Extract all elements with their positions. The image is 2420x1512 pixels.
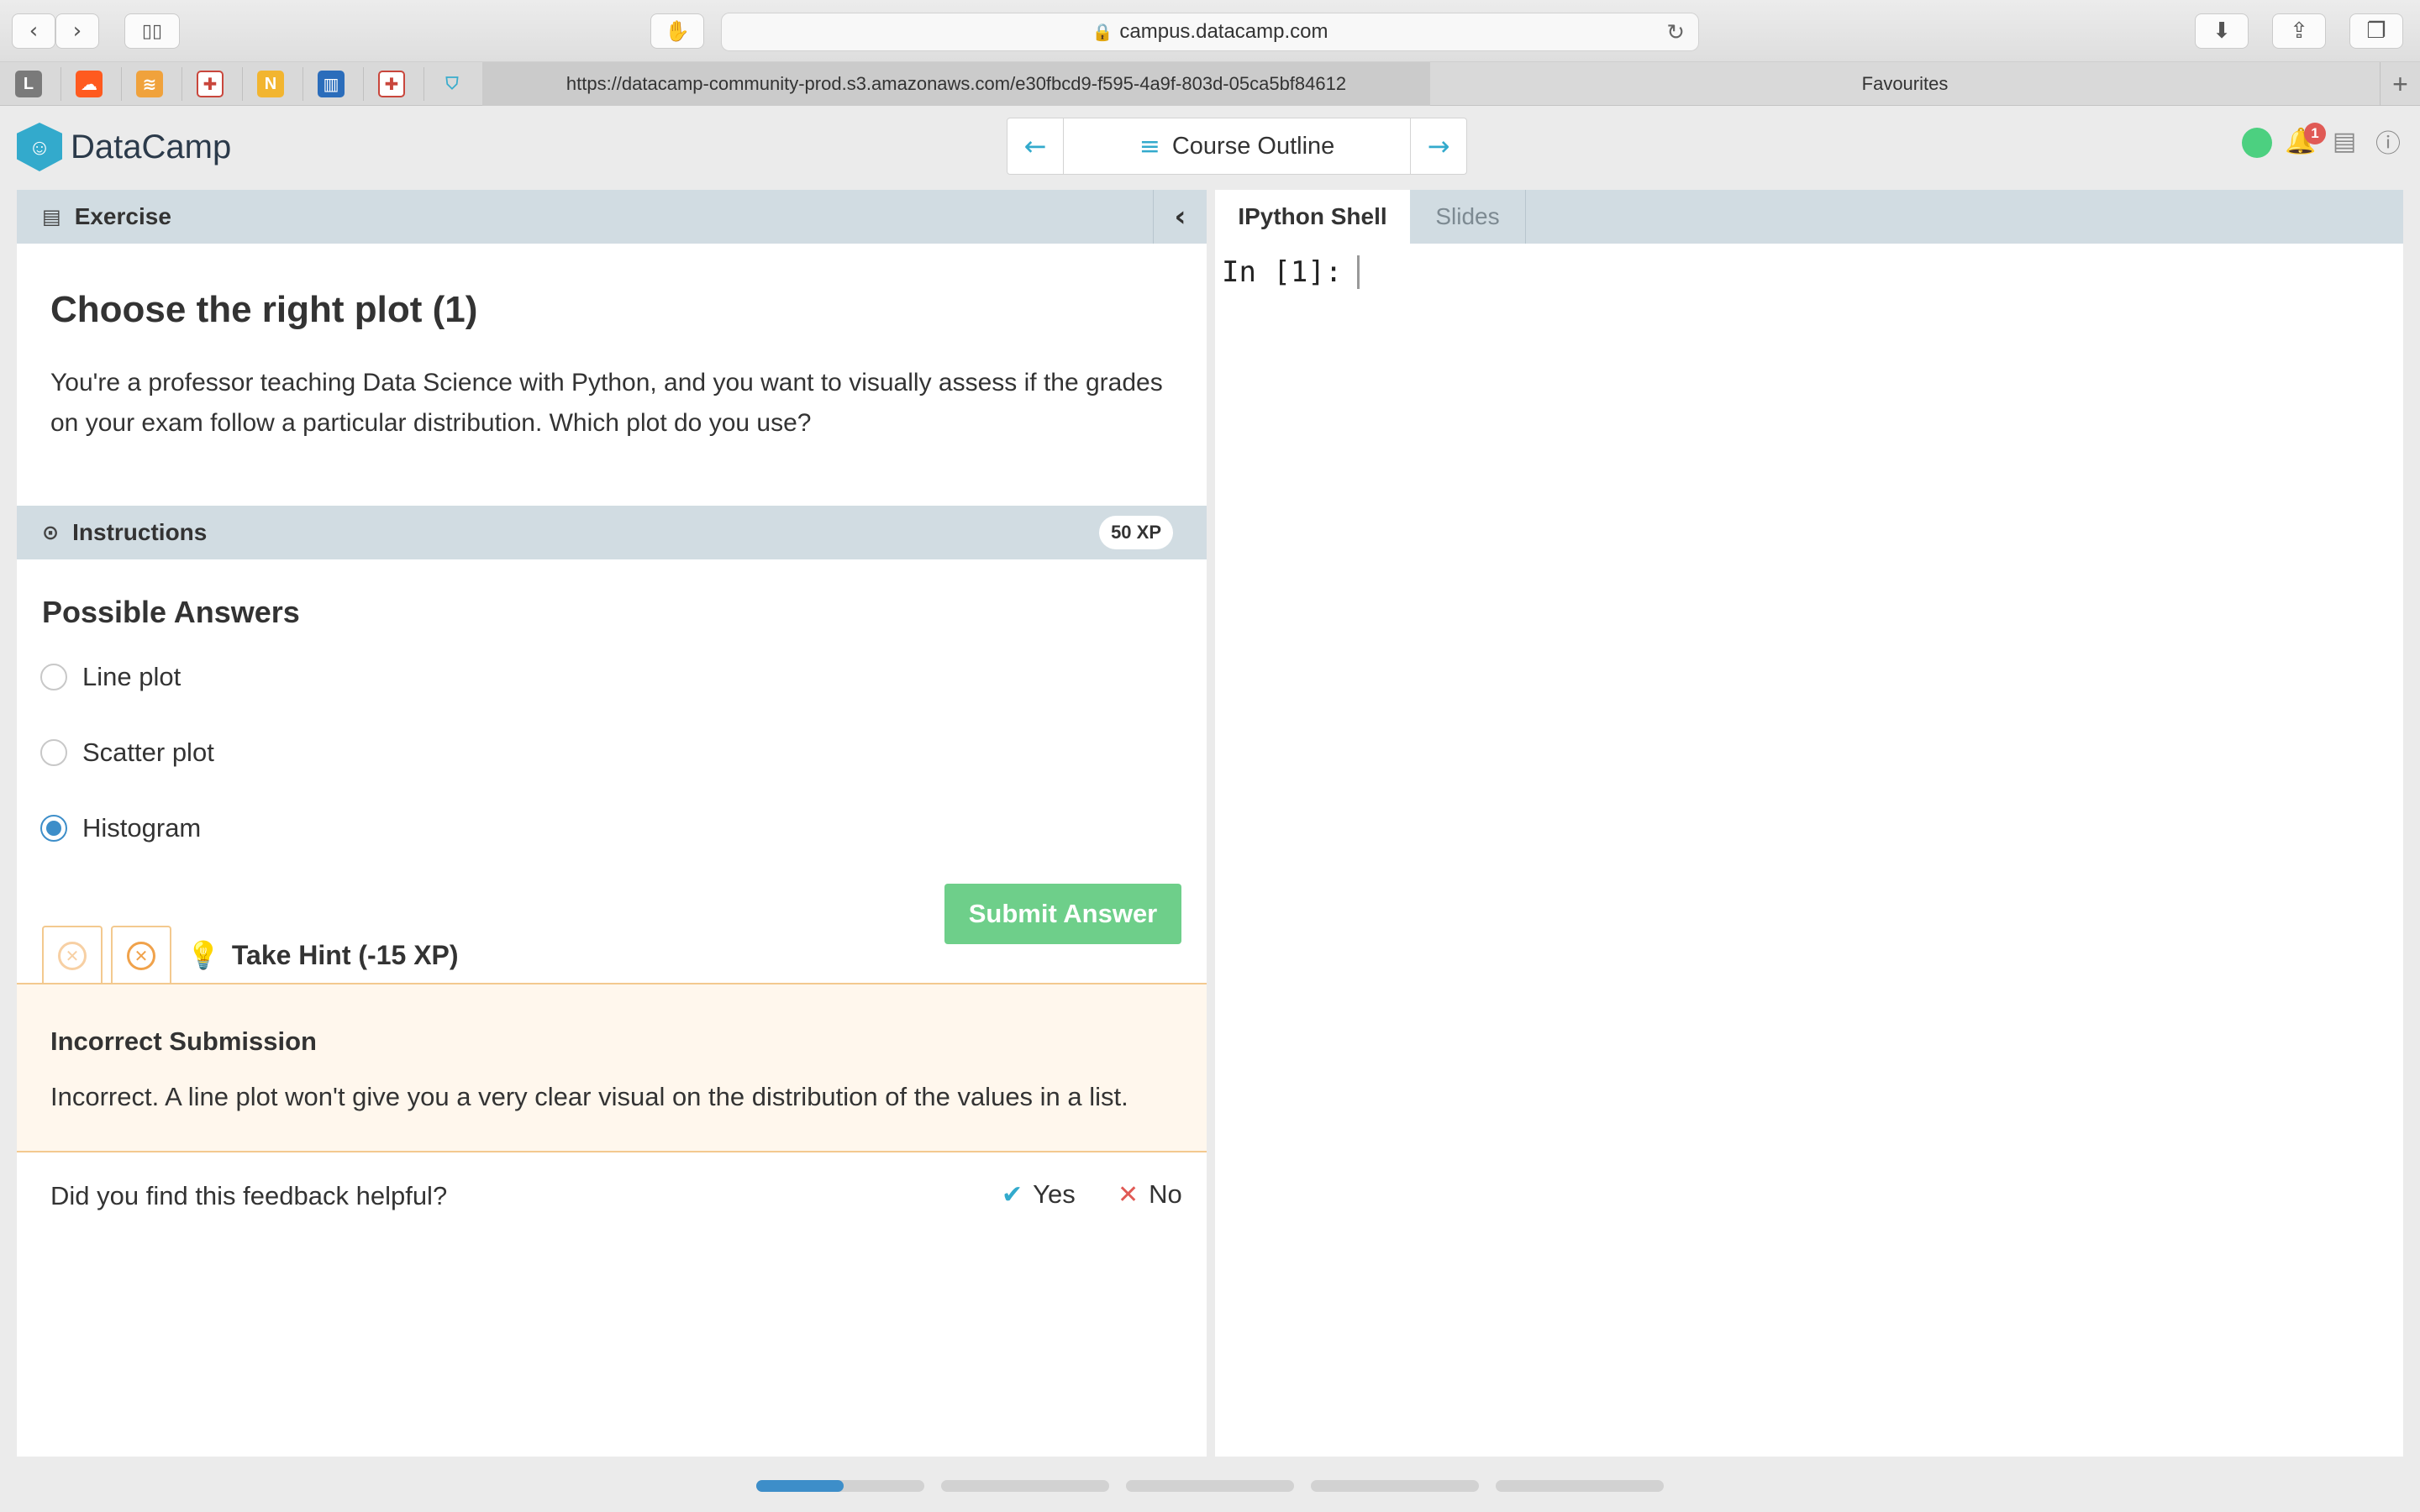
exercise-header: ▤ Exercise ‹ (17, 190, 1207, 244)
radio-button[interactable] (40, 664, 67, 690)
ipython-prompt[interactable]: In [1]: (1222, 255, 1360, 289)
instructions-label: Instructions (72, 519, 208, 545)
radio-button[interactable] (40, 739, 67, 766)
console-tabs: IPython Shell Slides (1215, 190, 2403, 244)
connection-status-icon (2242, 128, 2272, 158)
course-outline-button[interactable]: ≡ Course Outline (1063, 118, 1411, 174)
prev-exercise-button[interactable]: ← (1007, 118, 1063, 174)
take-hint-label: Take Hint (-15 XP) (231, 939, 459, 970)
feedback-title: Incorrect Submission (50, 1026, 317, 1056)
checkmark-icon: ✔ (1002, 1179, 1023, 1210)
share-icon[interactable]: ⇪ (2272, 13, 2326, 49)
tab-bar: L ☁ ≋ ✚ N ▥ ✚ ⛉ https://datacamp-communi… (0, 62, 2420, 106)
progress-segment-3[interactable] (1126, 1480, 1294, 1492)
yes-label: Yes (1033, 1179, 1076, 1209)
feedback-no-button[interactable]: ✕ No (1118, 1179, 1182, 1210)
answer-option-histogram[interactable]: Histogram (40, 813, 201, 843)
radio-button-selected[interactable] (40, 815, 67, 842)
tab-ipython-shell[interactable]: IPython Shell (1215, 190, 1410, 244)
url-text: campus.datacamp.com (1119, 20, 1328, 43)
privacy-icon[interactable]: ✋ (650, 13, 704, 49)
feedback-tab-2[interactable]: ✕ (111, 926, 171, 984)
menu-icon: ≡ (1139, 131, 1160, 161)
notification-badge: 1 (2304, 123, 2326, 144)
new-tab-icon[interactable]: + (2380, 62, 2420, 106)
trello-icon[interactable]: ▥ (318, 71, 345, 97)
close-circle-icon: ✕ (58, 942, 87, 970)
cross-icon: ✕ (1118, 1179, 1139, 1210)
answer-option-scatter-plot[interactable]: Scatter plot (40, 738, 214, 768)
collapse-panel-button[interactable]: ‹ (1153, 190, 1207, 244)
course-outline-label: Course Outline (1171, 132, 1335, 160)
tab-active[interactable]: https://datacamp-community-prod.s3.amazo… (482, 62, 1430, 106)
datacamp-logo-icon: ☺ (17, 123, 62, 171)
answer-label: Histogram (82, 813, 202, 843)
downloads-icon[interactable]: ⬇ (2195, 13, 2249, 49)
tab-slides[interactable]: Slides (1410, 190, 1526, 244)
exercise-description: You're a professor teaching Data Science… (50, 369, 1163, 437)
datacamp-logo[interactable]: ☺ DataCamp (17, 123, 231, 171)
sidebar-icon[interactable]: ▯▯ (124, 13, 180, 49)
document-icon: ▤ (42, 205, 61, 228)
feedback-box: Incorrect Submission Incorrect. A line p… (17, 983, 1207, 1152)
exercise-title: Choose the right plot (1) (50, 289, 478, 330)
browser-toolbar: ‹ › ▯▯ ✋ 🔒 campus.datacamp.com ↻ ⬇ ⇪ ❐ (0, 0, 2420, 62)
exercise-tab-label: Exercise (74, 203, 171, 229)
exercise-panel: ▤ Exercise ‹ Choose the right plot (1) Y… (17, 190, 1207, 1457)
prompt-label: In [1]: (1222, 255, 1343, 289)
progress-segment-1[interactable] (756, 1480, 924, 1492)
feedback-yes-button[interactable]: ✔ Yes (1002, 1179, 1076, 1210)
feedback-tab-1[interactable]: ✕ (42, 926, 103, 984)
answer-label: Scatter plot (82, 738, 214, 767)
report-issue-icon[interactable]: ⓘ (2371, 124, 2405, 159)
submit-answer-button[interactable]: Submit Answer (944, 884, 1181, 944)
answer-option-line-plot[interactable]: Line plot (40, 662, 181, 692)
slides-pdf-icon[interactable]: ▤ (2328, 124, 2361, 158)
text-cursor (1357, 255, 1360, 289)
tab-favourites[interactable]: Favourites (1430, 62, 2380, 106)
cross-icon[interactable]: ✚ (197, 71, 224, 97)
soundcloud-icon[interactable]: ☁ (76, 71, 103, 97)
next-exercise-button[interactable]: → (1411, 118, 1466, 174)
progress-segment-5[interactable] (1496, 1480, 1664, 1492)
close-circle-icon: ✕ (127, 942, 155, 970)
instructions-header: ⊙ Instructions 50 XP (17, 506, 1207, 559)
xp-badge: 50 XP (1099, 516, 1173, 549)
feedback-question: Did you find this feedback helpful? (50, 1181, 448, 1210)
forward-icon[interactable]: › (55, 13, 99, 49)
back-icon[interactable]: ‹ (12, 13, 55, 49)
feedback-text: Incorrect. A line plot won't give you a … (50, 1082, 1128, 1111)
progress-segment-2[interactable] (941, 1480, 1109, 1492)
brand-name: DataCamp (71, 128, 232, 165)
tabs-overview-icon[interactable]: ❐ (2349, 13, 2403, 49)
progress-segment-4[interactable] (1311, 1480, 1479, 1492)
answer-label: Line plot (82, 662, 182, 691)
cross-icon[interactable]: ✚ (378, 71, 405, 97)
console-panel: IPython Shell Slides In [1]: (1215, 190, 2403, 1457)
address-bar[interactable]: 🔒 campus.datacamp.com ↻ (721, 13, 1699, 51)
shield-icon[interactable]: ⛉ (439, 71, 466, 97)
take-hint-button[interactable]: 💡 Take Hint (-15 XP) (187, 939, 459, 971)
app-header: ☺ DataCamp ← ≡ Course Outline → 🔔 1 ▤ ⓘ (0, 106, 2420, 190)
progress-fill (756, 1480, 844, 1492)
stack-icon[interactable]: ≋ (136, 71, 163, 97)
no-label: No (1149, 1179, 1182, 1209)
favicon-n[interactable]: N (257, 71, 284, 97)
course-nav: ← ≡ Course Outline → (1007, 118, 1467, 175)
lock-icon: 🔒 (1092, 23, 1113, 42)
favicon-l[interactable]: L (15, 71, 42, 97)
reload-icon[interactable]: ↻ (1666, 20, 1685, 45)
lightbulb-icon: 💡 (187, 939, 220, 971)
possible-answers-title: Possible Answers (42, 595, 300, 629)
check-circle-icon: ⊙ (42, 521, 60, 544)
